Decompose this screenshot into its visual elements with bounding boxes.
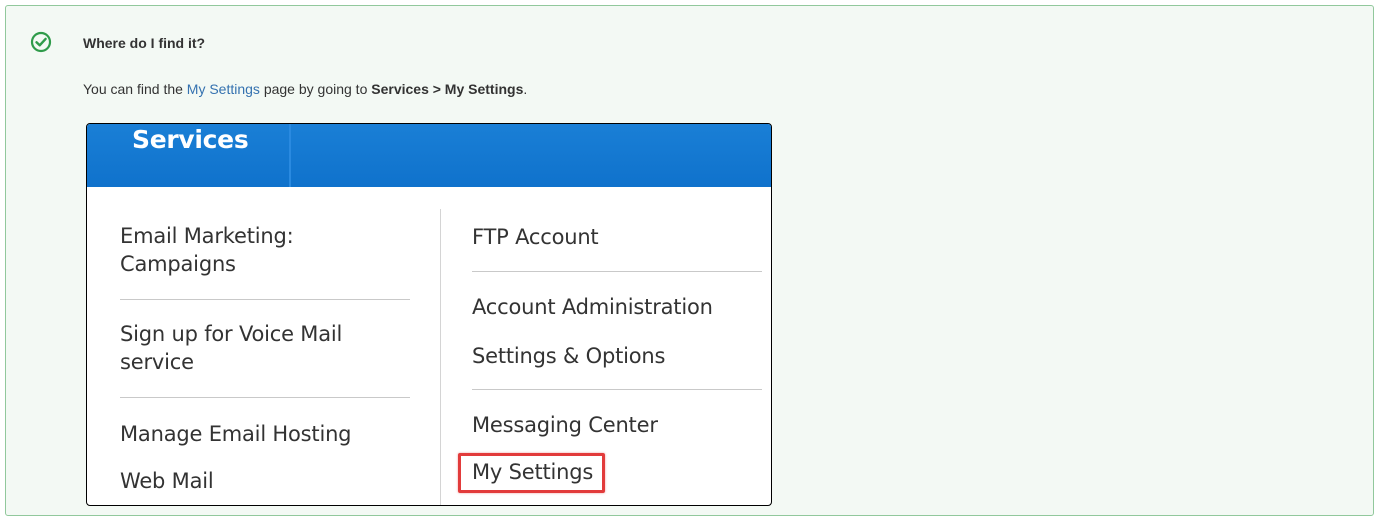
menu-item-ftp-account: FTP Account <box>472 225 599 249</box>
services-tab: Services <box>132 125 249 154</box>
menu-item-voice-mail: Sign up for Voice Mail service <box>120 322 343 374</box>
tip-title: Where do I find it? <box>83 35 206 51</box>
body-text-middle: page by going to <box>259 81 372 97</box>
menu-separator <box>472 389 762 390</box>
menu-separator <box>472 271 762 272</box>
menu-path: Services > My Settings <box>371 81 524 97</box>
menu-item-web-mail: Web Mail <box>120 469 214 493</box>
column-divider <box>440 209 441 505</box>
menu-item-email-marketing: Email Marketing: Campaigns <box>120 224 294 276</box>
header-divider <box>289 124 291 187</box>
menu-separator <box>120 397 410 398</box>
menu-separator <box>120 299 410 300</box>
my-settings-link[interactable]: My Settings <box>187 81 260 97</box>
menu-item-email-hosting: Manage Email Hosting <box>120 422 352 446</box>
menu-item-account-administration: Account Administration <box>472 295 713 319</box>
tip-body: You can find the My Settings page by goi… <box>83 79 527 99</box>
menu-item-settings-options: Settings & Options <box>472 344 666 368</box>
services-menu-screenshot: Services Email Marketing: Campaigns Sign… <box>86 123 772 506</box>
body-text-suffix: . <box>523 81 528 97</box>
tip-panel: Where do I find it? You can find the My … <box>5 5 1374 516</box>
body-text-prefix: You can find the <box>83 81 187 97</box>
highlight-box <box>458 453 605 493</box>
services-header: Services <box>87 124 771 187</box>
check-circle-icon <box>30 31 52 53</box>
menu-item-messaging-center: Messaging Center <box>472 413 658 437</box>
